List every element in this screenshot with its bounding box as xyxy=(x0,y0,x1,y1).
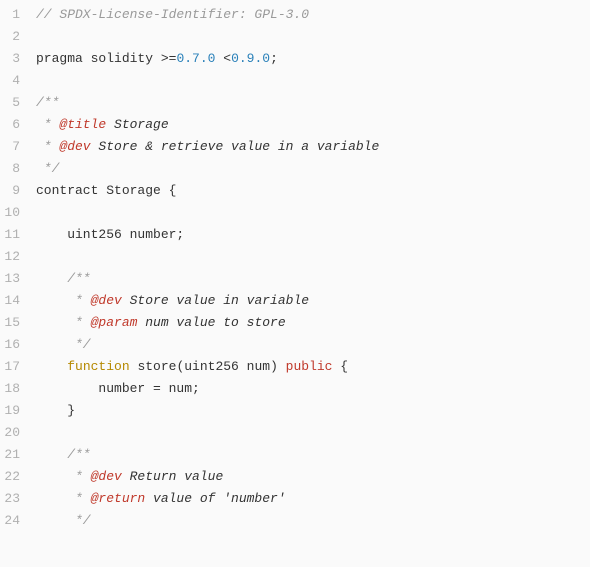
code-token: * xyxy=(36,293,91,308)
line-number: 1 xyxy=(0,4,20,26)
code-line: */ xyxy=(36,158,590,180)
code-line: } xyxy=(36,400,590,422)
code-token: @return xyxy=(91,491,146,506)
code-line: * @dev Store value in variable xyxy=(36,290,590,312)
line-number: 7 xyxy=(0,136,20,158)
line-number: 2 xyxy=(0,26,20,48)
line-number: 17 xyxy=(0,356,20,378)
code-token: 0.7.0 xyxy=(176,51,215,66)
code-token: < xyxy=(215,51,231,66)
code-line: number = num; xyxy=(36,378,590,400)
code-token: * xyxy=(36,117,59,132)
line-number: 8 xyxy=(0,158,20,180)
code-token xyxy=(36,359,67,374)
code-token: Store & retrieve value in a variable xyxy=(91,139,380,154)
code-token: Storage xyxy=(106,117,168,132)
code-token: 0.9.0 xyxy=(231,51,270,66)
code-editor: 123456789101112131415161718192021222324 … xyxy=(0,0,590,536)
line-number: 21 xyxy=(0,444,20,466)
code-line: /** xyxy=(36,444,590,466)
line-number: 15 xyxy=(0,312,20,334)
code-token: function xyxy=(67,359,129,374)
code-token: uint256 number; xyxy=(36,227,184,242)
line-number: 3 xyxy=(0,48,20,70)
code-line xyxy=(36,422,590,444)
code-token: */ xyxy=(36,161,59,176)
line-number: 16 xyxy=(0,334,20,356)
code-token: // SPDX-License-Identifier: GPL-3.0 xyxy=(36,7,309,22)
line-number: 11 xyxy=(0,224,20,246)
code-line: */ xyxy=(36,510,590,532)
code-line xyxy=(36,202,590,224)
line-number: 22 xyxy=(0,466,20,488)
code-line: */ xyxy=(36,334,590,356)
line-number: 13 xyxy=(0,268,20,290)
line-number: 5 xyxy=(0,92,20,114)
code-token: /** xyxy=(36,447,91,462)
code-token: */ xyxy=(36,513,91,528)
code-line: uint256 number; xyxy=(36,224,590,246)
code-token: Return value xyxy=(122,469,223,484)
code-token: ; xyxy=(270,51,278,66)
code-token: Store value in variable xyxy=(122,293,309,308)
line-number: 10 xyxy=(0,202,20,224)
code-content: // SPDX-License-Identifier: GPL-3.0 pragm… xyxy=(28,4,590,532)
code-token: @title xyxy=(59,117,106,132)
code-line: * @dev Return value xyxy=(36,466,590,488)
code-token: * xyxy=(36,491,91,506)
code-line: * @return value of 'number' xyxy=(36,488,590,510)
code-token: store(uint256 num) xyxy=(130,359,286,374)
code-line: function store(uint256 num) public { xyxy=(36,356,590,378)
code-token: * xyxy=(36,315,91,330)
code-line: * @param num value to store xyxy=(36,312,590,334)
code-line xyxy=(36,246,590,268)
line-number: 23 xyxy=(0,488,20,510)
code-line: /** xyxy=(36,268,590,290)
code-token: } xyxy=(36,403,75,418)
code-line: // SPDX-License-Identifier: GPL-3.0 xyxy=(36,4,590,26)
code-token: /** xyxy=(36,271,91,286)
code-line: /** xyxy=(36,92,590,114)
line-number: 12 xyxy=(0,246,20,268)
code-token: @param xyxy=(91,315,138,330)
code-token: @dev xyxy=(91,469,122,484)
code-line xyxy=(36,26,590,48)
code-token: @dev xyxy=(91,293,122,308)
code-line: contract Storage { xyxy=(36,180,590,202)
code-token: { xyxy=(332,359,348,374)
code-token: contract Storage { xyxy=(36,183,176,198)
code-token: */ xyxy=(36,337,91,352)
line-number: 24 xyxy=(0,510,20,532)
code-line: * @dev Store & retrieve value in a varia… xyxy=(36,136,590,158)
line-number: 14 xyxy=(0,290,20,312)
code-token: /** xyxy=(36,95,59,110)
code-token: pragma solidity >= xyxy=(36,51,176,66)
line-number: 18 xyxy=(0,378,20,400)
code-line: * @title Storage xyxy=(36,114,590,136)
line-number: 9 xyxy=(0,180,20,202)
line-number-gutter: 123456789101112131415161718192021222324 xyxy=(0,4,28,532)
code-line: pragma solidity >=0.7.0 <0.9.0; xyxy=(36,48,590,70)
line-number: 4 xyxy=(0,70,20,92)
line-number: 6 xyxy=(0,114,20,136)
code-line xyxy=(36,70,590,92)
code-token: @dev xyxy=(59,139,90,154)
line-number: 20 xyxy=(0,422,20,444)
code-token: public xyxy=(286,359,333,374)
code-token: * xyxy=(36,139,59,154)
line-number: 19 xyxy=(0,400,20,422)
code-token: value of 'number' xyxy=(145,491,285,506)
code-token: num value to store xyxy=(137,315,285,330)
code-token: * xyxy=(36,469,91,484)
code-token: number = num; xyxy=(36,381,200,396)
